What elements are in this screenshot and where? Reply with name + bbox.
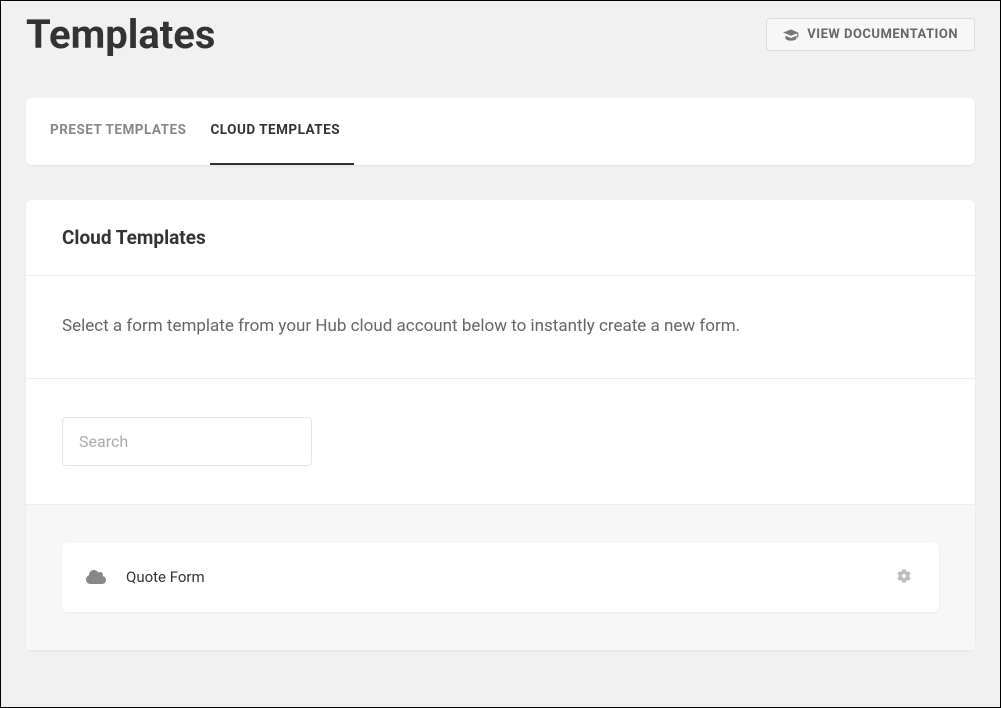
tab-preset-templates[interactable]: PRESET TEMPLATES: [50, 98, 200, 165]
search-input[interactable]: [62, 417, 312, 466]
template-label: Quote Form: [126, 568, 205, 586]
content-title: Cloud Templates: [62, 226, 939, 249]
content-header: Cloud Templates: [26, 200, 975, 276]
templates-list: Quote Form: [26, 505, 975, 650]
content-panel: Cloud Templates Select a form template f…: [26, 200, 975, 650]
gear-icon: [897, 569, 911, 586]
template-row[interactable]: Quote Form: [62, 543, 939, 612]
tabs-panel: PRESET TEMPLATES CLOUD TEMPLATES: [26, 98, 975, 165]
doc-button-label: VIEW DOCUMENTATION: [807, 27, 958, 42]
graduation-cap-icon: [783, 28, 799, 42]
cloud-icon: [86, 569, 106, 585]
view-documentation-button[interactable]: VIEW DOCUMENTATION: [766, 18, 975, 51]
page-title: Templates: [26, 11, 215, 58]
content-description: Select a form template from your Hub clo…: [62, 314, 939, 340]
tab-cloud-templates[interactable]: CLOUD TEMPLATES: [210, 98, 354, 165]
template-settings-button[interactable]: [893, 565, 915, 590]
